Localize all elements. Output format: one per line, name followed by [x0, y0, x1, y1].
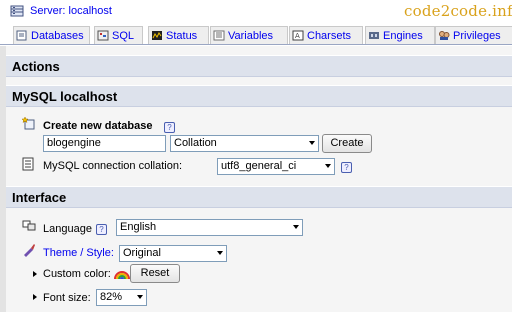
- tab-sql[interactable]: SQL: [94, 26, 143, 44]
- font-size-select[interactable]: 82%: [96, 289, 147, 306]
- server-link[interactable]: Server: localhost: [30, 5, 112, 17]
- sql-icon: [97, 30, 109, 41]
- tab-variables[interactable]: Variables: [210, 26, 288, 44]
- actions-body: [6, 78, 512, 85]
- tab-status[interactable]: Status: [148, 26, 209, 44]
- tab-databases[interactable]: Databases: [13, 26, 90, 44]
- language-help-icon[interactable]: ?: [96, 224, 107, 235]
- create-button[interactable]: Create: [322, 134, 372, 153]
- actions-heading: Actions: [6, 55, 512, 77]
- tab-privileges-label: Privileges: [453, 29, 501, 42]
- tab-charsets[interactable]: A Charsets: [289, 26, 363, 44]
- server-icon: [10, 5, 24, 17]
- language-select[interactable]: English: [116, 219, 303, 236]
- chevron-down-icon: [309, 141, 315, 145]
- rainbow-icon[interactable]: [114, 266, 130, 280]
- chevron-down-icon: [293, 225, 299, 229]
- tab-engines-label: Engines: [383, 29, 423, 42]
- databases-icon: [16, 30, 27, 41]
- top-bar: Server: localhost code2code.info: [0, 0, 512, 24]
- create-db-label: Create new database: [43, 120, 153, 132]
- bullet-icon: [33, 294, 37, 300]
- collation-help-icon[interactable]: ?: [341, 162, 352, 173]
- font-size-select-value: 82%: [100, 291, 123, 303]
- privileges-icon: [439, 31, 450, 40]
- bullet-icon: [33, 271, 37, 277]
- tab-status-label: Status: [166, 29, 198, 42]
- tab-privileges[interactable]: Privileges: [435, 26, 512, 44]
- status-icon: [152, 31, 162, 40]
- theme-select[interactable]: Original: [119, 245, 227, 262]
- font-size-label: Font size:: [43, 292, 91, 304]
- chevron-down-icon: [325, 164, 331, 168]
- watermark-text: code2code.info: [404, 2, 512, 20]
- tab-sql-label: SQL: [112, 29, 135, 42]
- custom-color-label: Custom color:: [43, 268, 111, 280]
- connection-collation-value: utf8_general_ci: [221, 160, 297, 172]
- variables-icon: [213, 30, 225, 41]
- tab-charsets-label: Charsets: [307, 29, 352, 42]
- chevron-down-icon: [137, 295, 143, 299]
- reset-button[interactable]: Reset: [130, 264, 180, 283]
- tab-engines[interactable]: Engines: [365, 26, 435, 44]
- connection-collation-label: MySQL connection collation:: [43, 160, 182, 172]
- tab-variables-label: Variables: [228, 29, 274, 42]
- language-select-value: English: [120, 221, 157, 233]
- chevron-down-icon: [217, 251, 223, 255]
- connection-collation-icon: [22, 157, 34, 171]
- server-tabs: Databases SQL Status Variables A Charset…: [0, 25, 512, 45]
- mysql-heading: MySQL localhost: [6, 85, 512, 107]
- collation-select-value: Collation: [174, 137, 217, 149]
- svg-text:A: A: [295, 32, 300, 40]
- collation-select[interactable]: Collation: [170, 135, 319, 152]
- interface-heading: Interface: [6, 186, 512, 208]
- charsets-icon: A: [292, 30, 304, 41]
- engines-icon: [369, 32, 379, 39]
- create-db-help-icon[interactable]: ?: [164, 122, 175, 133]
- tab-databases-label: Databases: [31, 29, 84, 42]
- language-label: Language: [43, 223, 92, 235]
- theme-icon: [24, 244, 35, 257]
- theme-select-value: Original: [123, 247, 161, 259]
- connection-collation-select[interactable]: utf8_general_ci: [217, 158, 335, 175]
- database-name-input[interactable]: blogengine: [43, 135, 166, 152]
- new-database-icon: [22, 116, 35, 130]
- theme-style-link[interactable]: Theme / Style:: [43, 247, 114, 259]
- language-icon: [22, 220, 36, 231]
